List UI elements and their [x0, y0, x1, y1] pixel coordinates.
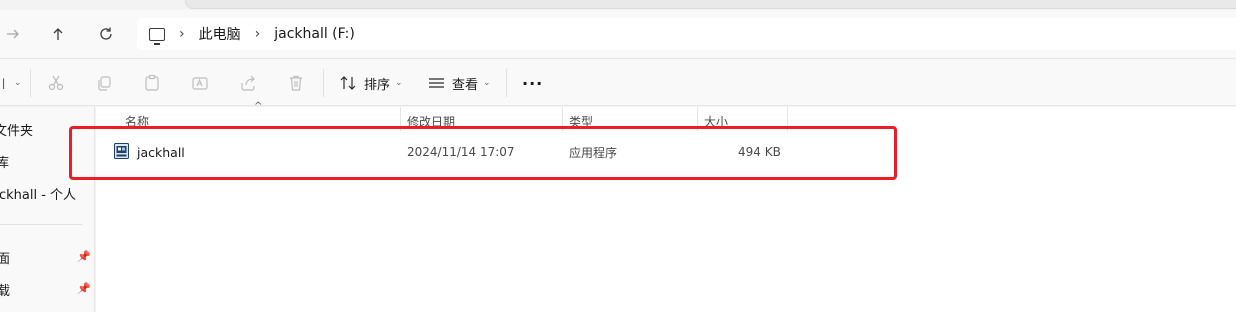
- paste-button[interactable]: [143, 71, 161, 95]
- view-label: 查看: [452, 77, 479, 93]
- new-partial-icon: ￜ: [0, 76, 10, 91]
- sidebar-item-folder[interactable]: 文件夹: [0, 120, 33, 139]
- sidebar-divider: [0, 224, 82, 225]
- sidebar-item-onedrive[interactable]: ckhall - 个人: [0, 184, 76, 203]
- computer-icon[interactable]: [149, 27, 165, 45]
- toolbar-divider: [323, 69, 324, 97]
- sort-icon: [340, 76, 356, 90]
- breadcrumb-drive[interactable]: jackhall (F:): [274, 26, 355, 42]
- sidebar-item-desktop[interactable]: 面: [0, 248, 10, 267]
- more-icon: ···: [522, 73, 544, 93]
- rename-icon: [192, 77, 208, 90]
- chevron-down-icon: ⌄: [395, 78, 403, 88]
- sidebar-item-label: 库: [0, 156, 10, 171]
- command-bar: ￜ ⌄ 排序 ⌄ 查看 ⌄ ···: [0, 58, 1236, 106]
- sidebar-item-label: ckhall - 个人: [0, 188, 77, 203]
- address-bar[interactable]: › 此电脑 › jackhall (F:): [137, 18, 1236, 50]
- annotation-highlight-box: [69, 126, 897, 180]
- breadcrumb-this-pc[interactable]: 此电脑: [199, 24, 241, 44]
- view-button[interactable]: 查看 ⌄: [428, 71, 491, 95]
- forward-button[interactable]: [0, 22, 26, 46]
- more-options-button[interactable]: ···: [522, 71, 543, 95]
- arrow-right-icon: [7, 29, 19, 39]
- view-list-icon: [429, 78, 444, 88]
- sidebar-item-label: 载: [0, 284, 11, 299]
- pin-icon[interactable]: 📌: [77, 282, 91, 295]
- copy-button[interactable]: [95, 71, 113, 95]
- chevron-right-icon[interactable]: ›: [255, 26, 261, 42]
- rename-button[interactable]: [191, 71, 209, 95]
- cut-button[interactable]: [47, 71, 65, 95]
- refresh-icon: [100, 27, 112, 40]
- chevron-right-icon[interactable]: ›: [179, 26, 185, 42]
- active-tab[interactable]: [185, 0, 1236, 9]
- sidebar-item-label: 面: [0, 252, 11, 267]
- share-icon: [241, 75, 255, 91]
- delete-button[interactable]: [287, 71, 305, 95]
- pin-icon[interactable]: 📌: [77, 250, 91, 263]
- share-button[interactable]: [239, 71, 257, 95]
- new-menu-button[interactable]: ￜ ⌄: [0, 71, 22, 95]
- copy-icon: [98, 76, 111, 91]
- delete-icon: [290, 75, 302, 91]
- arrow-up-icon: [53, 28, 63, 40]
- sidebar-item-library[interactable]: 库: [0, 152, 9, 171]
- sort-button[interactable]: 排序 ⌄: [340, 71, 403, 95]
- chevron-down-icon: ⌄: [14, 78, 22, 88]
- refresh-button[interactable]: [93, 22, 119, 46]
- cut-icon: [48, 75, 64, 91]
- sidebar-item-label: 文件夹: [0, 124, 34, 139]
- tab-strip: [0, 0, 1236, 10]
- toolbar-divider: [30, 69, 31, 97]
- sort-ascending-icon: ^: [254, 101, 263, 112]
- toolbar-divider: [506, 69, 507, 97]
- up-button[interactable]: [45, 22, 71, 46]
- navigation-bar: › 此电脑 › jackhall (F:): [0, 10, 1236, 58]
- sidebar-item-downloads[interactable]: 载: [0, 280, 10, 299]
- chevron-down-icon: ⌄: [483, 78, 491, 88]
- paste-icon: [145, 74, 159, 91]
- sort-label: 排序: [364, 77, 391, 93]
